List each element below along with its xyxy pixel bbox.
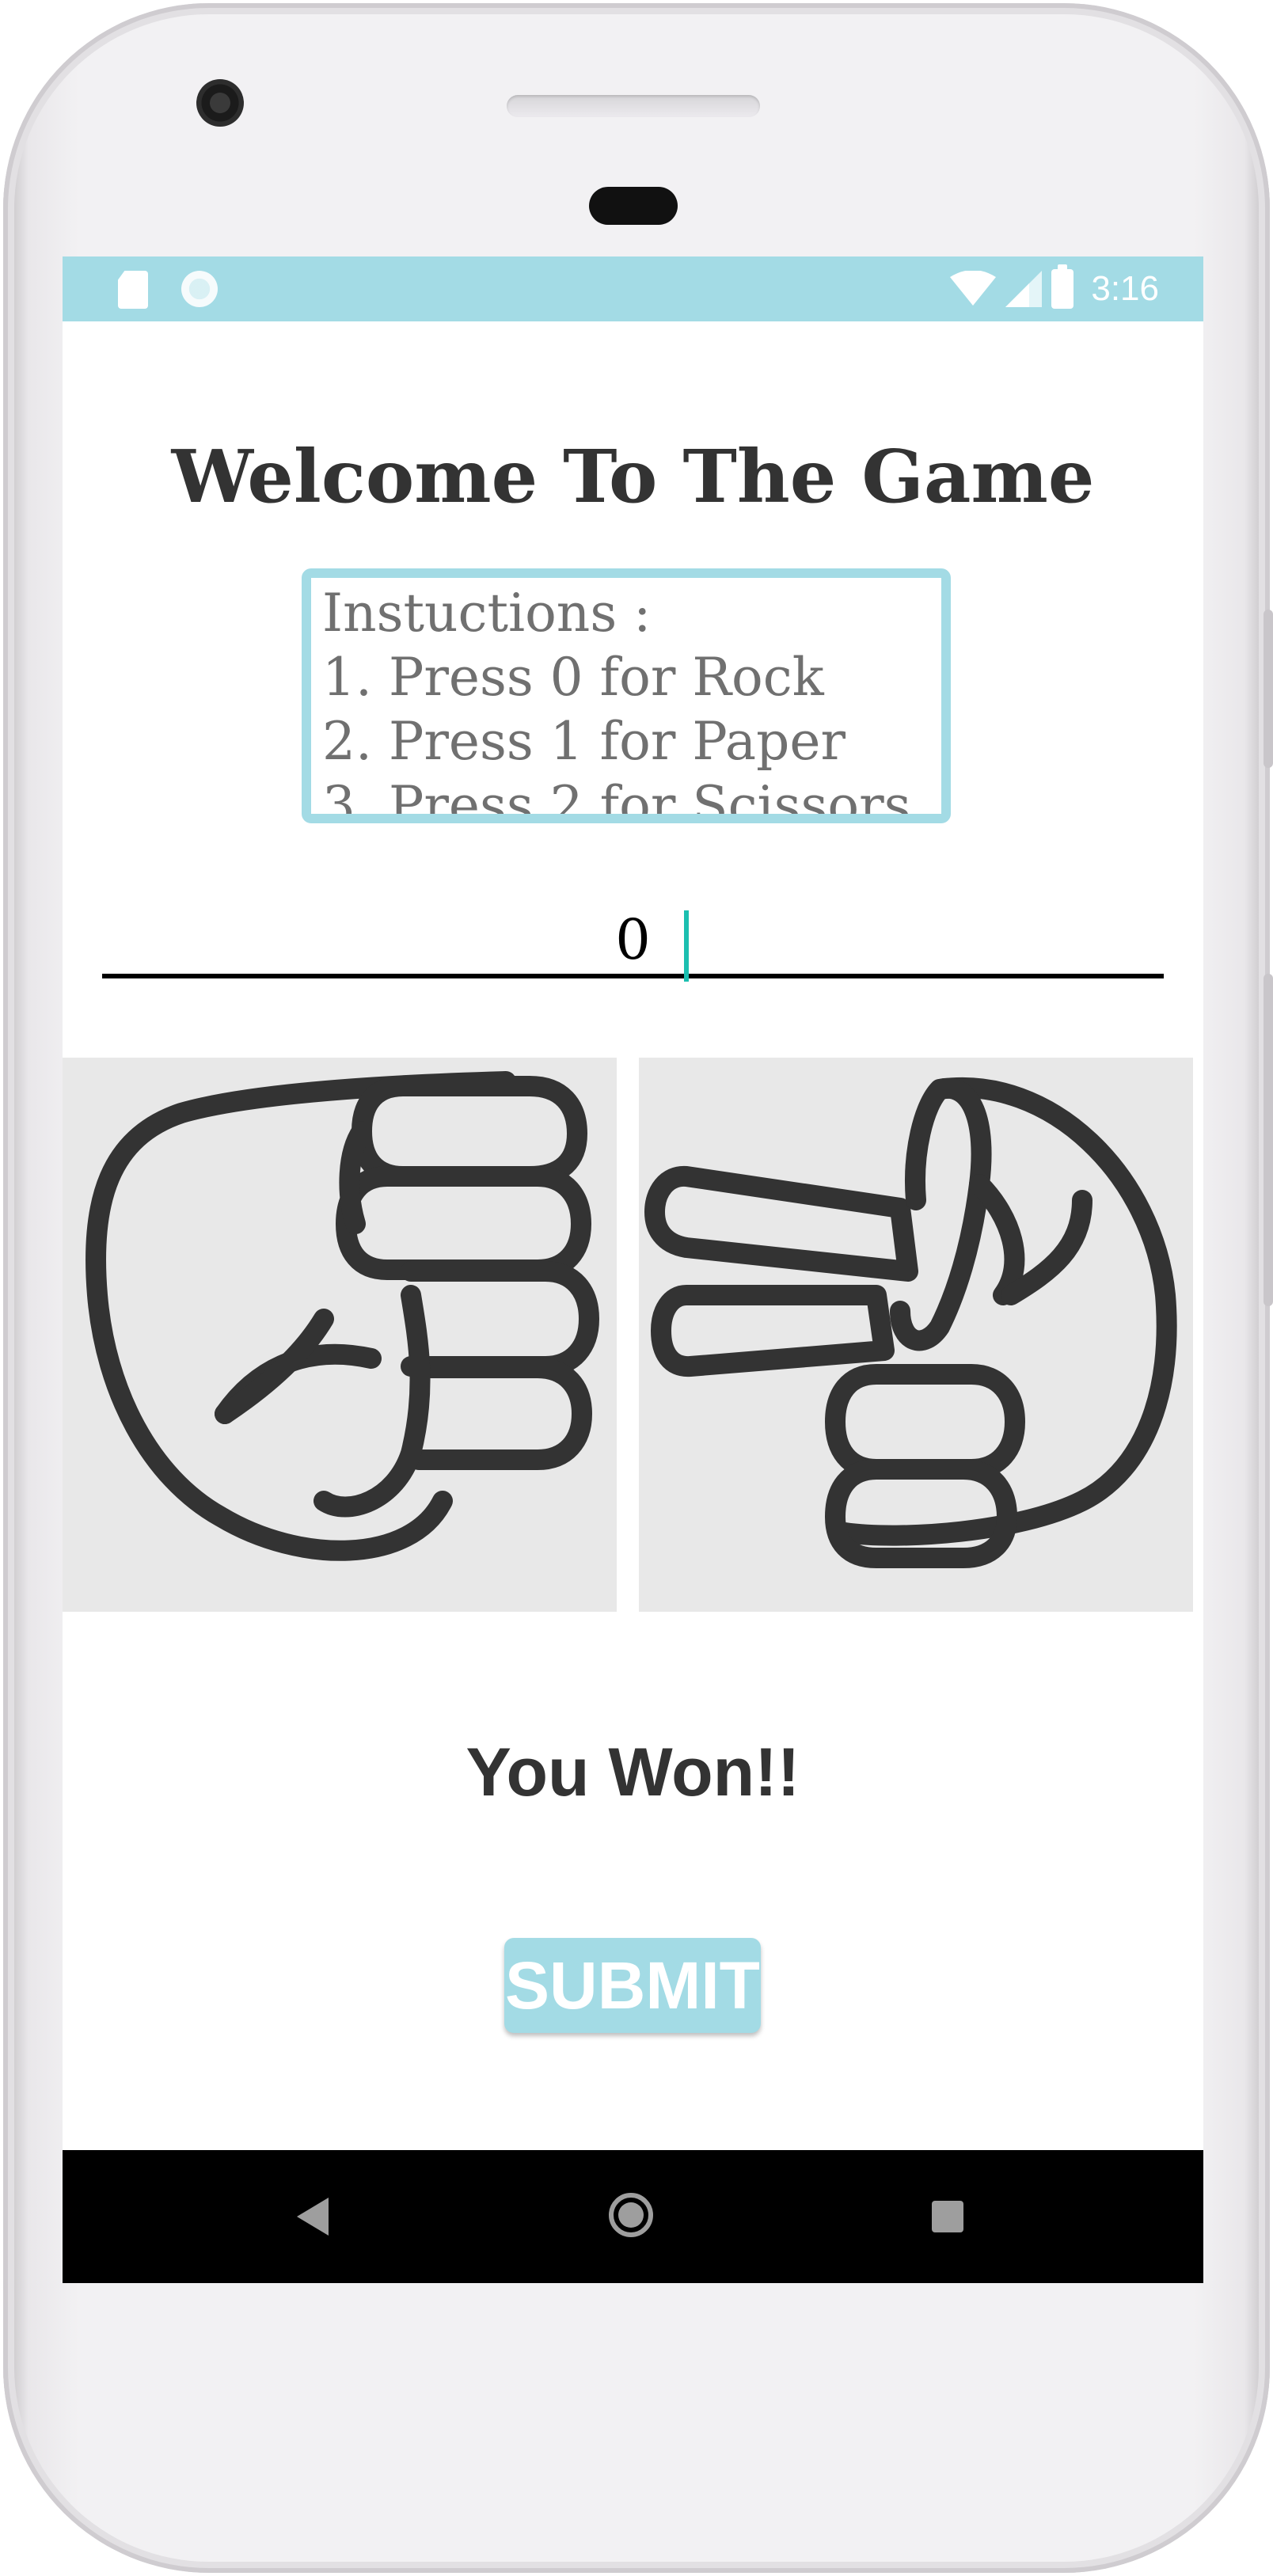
power-button: [1264, 610, 1273, 768]
instructions-box: Instuctions : 1. Press 0 for Rock 2. Pre…: [302, 568, 951, 823]
status-time: 3:16: [1091, 269, 1159, 308]
instruction-rock: 1. Press 0 for Rock: [322, 647, 824, 708]
page-title: Welcome To The Game: [171, 434, 1095, 519]
volume-button: [1264, 974, 1273, 1306]
sd-card-icon: [118, 271, 148, 309]
player-hand-image: [63, 1058, 617, 1612]
cell-signal-icon: [1005, 271, 1043, 307]
rock-hand-icon: [86, 1071, 599, 1561]
home-icon[interactable]: [609, 2193, 653, 2237]
computer-hand-image: [639, 1058, 1193, 1612]
result-text: You Won!!: [466, 1734, 800, 1810]
battery-icon: [1051, 264, 1074, 309]
move-input-container: [102, 906, 1164, 985]
text-cursor: [684, 910, 689, 982]
navigation-bar: [63, 2150, 1203, 2283]
scissors-hand-icon: [644, 1077, 1177, 1568]
speaker-grille: [507, 95, 760, 117]
status-bar: 3:16: [63, 256, 1203, 321]
sync-icon: [181, 271, 218, 307]
instruction-paper: 2. Press 1 for Paper: [322, 711, 846, 772]
status-icons: 3:16: [950, 264, 1159, 312]
recents-icon[interactable]: [932, 2201, 963, 2232]
submit-button[interactable]: SUBMIT: [504, 1938, 761, 2033]
wifi-icon: [950, 271, 997, 306]
front-camera: [196, 79, 244, 127]
instructions-heading: Instuctions :: [322, 583, 652, 644]
move-input[interactable]: [102, 906, 1164, 978]
device-screenshot: 3:16 Welcome To The Game Instuctions : 1…: [0, 0, 1273, 2576]
back-icon[interactable]: [297, 2198, 329, 2236]
app-screen: 3:16 Welcome To The Game Instuctions : 1…: [63, 256, 1203, 2283]
instruction-scissors: 3. Press 2 for Scissors: [322, 775, 911, 823]
earpiece: [589, 187, 678, 225]
